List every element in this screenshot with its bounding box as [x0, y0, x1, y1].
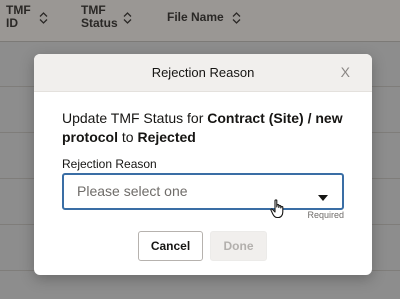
rejection-reason-select[interactable]: Please select one — [62, 173, 344, 210]
sort-icon[interactable] — [39, 12, 48, 24]
message-status: Rejected — [137, 129, 196, 145]
select-placeholder: Please select one — [77, 183, 188, 199]
required-hint: Required — [307, 210, 344, 220]
sort-icon[interactable] — [123, 12, 132, 24]
message-middle: to — [118, 129, 138, 145]
cancel-button[interactable]: Cancel — [138, 231, 203, 261]
column-label-line1: File Name — [167, 10, 224, 24]
dialog-message: Update TMF Status for Contract (Site) / … — [62, 109, 352, 147]
rejection-reason-label: Rejection Reason — [62, 157, 157, 171]
column-header-tmf-id[interactable]: TMF ID — [6, 4, 48, 30]
dialog-header: Rejection Reason X — [34, 54, 372, 92]
close-icon[interactable]: X — [341, 64, 350, 80]
hand-cursor-icon — [270, 199, 286, 224]
sort-icon[interactable] — [232, 12, 241, 24]
dialog-title: Rejection Reason — [151, 65, 255, 80]
caret-down-icon — [318, 188, 328, 206]
table-header: TMF ID TMF Status File Name — [0, 0, 400, 42]
done-button[interactable]: Done — [210, 231, 267, 261]
column-label-line2: Status — [81, 16, 118, 30]
column-label-line2: ID — [6, 16, 18, 30]
rejection-reason-dialog: Rejection Reason X Update TMF Status for… — [34, 54, 372, 275]
message-prefix: Update TMF Status for — [62, 110, 208, 126]
column-header-file-name[interactable]: File Name — [167, 10, 241, 24]
column-header-tmf-status[interactable]: TMF Status — [81, 4, 132, 30]
